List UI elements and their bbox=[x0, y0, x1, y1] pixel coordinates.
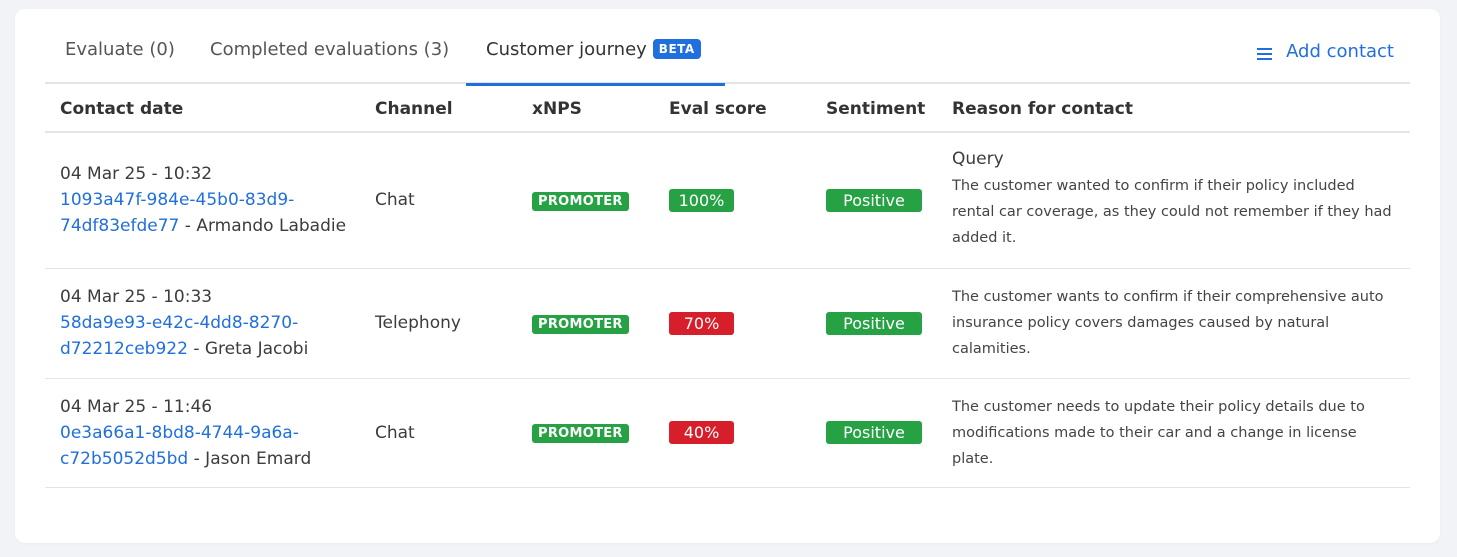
tab-evaluate[interactable]: Evaluate (0) bbox=[65, 29, 175, 84]
eval-score-badge: 40% bbox=[669, 421, 734, 444]
eval-score-badge: 100% bbox=[669, 188, 734, 212]
tab-customer-journey-label: Customer journey bbox=[486, 39, 647, 60]
eval-score-cell: 40% bbox=[654, 378, 811, 488]
beta-badge: BETA bbox=[652, 39, 701, 59]
reason-title: Query bbox=[952, 149, 1004, 170]
eval-score-cell: 100% bbox=[654, 132, 811, 269]
contact-id-link[interactable]: 0e3a66a1-8bd8-4744-9a6a- bbox=[60, 423, 299, 443]
tab-bar: Evaluate (0) Completed evaluations (3) C… bbox=[45, 29, 1410, 86]
channel: Telephony bbox=[360, 268, 517, 379]
xnps-cell: PROMOTER bbox=[517, 132, 654, 269]
contact-date: 04 Mar 25 - 10:33 bbox=[60, 287, 213, 307]
add-contact-label: Add contact bbox=[1286, 41, 1394, 62]
channel: Chat bbox=[360, 378, 517, 488]
contact-date: 04 Mar 25 - 10:32 bbox=[60, 164, 213, 185]
col-reason[interactable]: Reason for contact bbox=[937, 86, 1410, 133]
contact-id-link[interactable]: 1093a47f-984e-45b0-83d9- bbox=[60, 190, 294, 210]
eval-score-badge: 70% bbox=[669, 311, 734, 335]
tab-customer-journey[interactable]: Customer journey BETA bbox=[466, 29, 725, 86]
agent-name: - Jason Emard bbox=[188, 448, 312, 469]
table-row[interactable]: 04 Mar 25 - 10:32 1093a47f-984e-45b0-83d… bbox=[45, 132, 1410, 269]
col-xnps[interactable]: xNPS bbox=[517, 86, 654, 133]
journey-table: Contact date Channel xNPS Eval score Sen… bbox=[45, 86, 1410, 488]
eval-score-cell: 70% bbox=[654, 268, 811, 379]
xnps-badge: PROMOTER bbox=[532, 424, 629, 443]
contact-date-cell: 04 Mar 25 - 11:46 0e3a66a1-8bd8-4744-9a6… bbox=[45, 378, 360, 488]
sentiment-cell: Positive bbox=[811, 132, 937, 269]
sentiment-cell: Positive bbox=[811, 378, 937, 488]
contact-id-link-cont[interactable]: d72212ceb922 bbox=[60, 339, 188, 359]
reason-text: The customer wanted to confirm if their … bbox=[952, 178, 1392, 247]
contact-date-cell: 04 Mar 25 - 10:32 1093a47f-984e-45b0-83d… bbox=[45, 132, 360, 269]
col-eval-score[interactable]: Eval score bbox=[654, 86, 811, 133]
contact-date: 04 Mar 25 - 11:46 bbox=[60, 396, 213, 417]
sentiment-badge: Positive bbox=[826, 311, 922, 335]
reason-cell: The customer wants to confirm if their c… bbox=[937, 268, 1410, 379]
reason-cell: Query The customer wanted to confirm if … bbox=[937, 132, 1410, 269]
reason-cell: The customer needs to update their polic… bbox=[937, 378, 1410, 488]
list-icon bbox=[1257, 45, 1273, 60]
col-channel[interactable]: Channel bbox=[360, 86, 517, 133]
xnps-badge: PROMOTER bbox=[532, 191, 629, 211]
reason-text: The customer wants to confirm if their c… bbox=[952, 289, 1384, 357]
xnps-cell: PROMOTER bbox=[517, 268, 654, 379]
col-contact-date[interactable]: Contact date bbox=[45, 86, 360, 133]
table-row[interactable]: 04 Mar 25 - 10:33 58da9e93-e42c-4dd8-827… bbox=[45, 268, 1410, 379]
contact-id-link[interactable]: 58da9e93-e42c-4dd8-8270- bbox=[60, 313, 298, 333]
sentiment-badge: Positive bbox=[826, 421, 922, 444]
reason-text: The customer needs to update their polic… bbox=[952, 398, 1365, 467]
sentiment-cell: Positive bbox=[811, 268, 937, 379]
agent-name: - Greta Jacobi bbox=[187, 339, 309, 359]
xnps-cell: PROMOTER bbox=[517, 378, 654, 488]
table-header-row: Contact date Channel xNPS Eval score Sen… bbox=[45, 86, 1410, 133]
agent-name: - Armando Labadie bbox=[179, 216, 347, 237]
sentiment-badge: Positive bbox=[826, 188, 922, 212]
tab-completed-evaluations[interactable]: Completed evaluations (3) bbox=[210, 29, 449, 84]
add-contact-button[interactable]: Add contact bbox=[1257, 41, 1394, 62]
table-row[interactable]: 04 Mar 25 - 11:46 0e3a66a1-8bd8-4744-9a6… bbox=[45, 378, 1410, 488]
col-sentiment[interactable]: Sentiment bbox=[811, 86, 937, 133]
contact-id-link-cont[interactable]: 74df83efde77 bbox=[60, 216, 179, 236]
customer-journey-card: Evaluate (0) Completed evaluations (3) C… bbox=[15, 9, 1440, 543]
channel: Chat bbox=[360, 132, 517, 269]
xnps-badge: PROMOTER bbox=[532, 314, 629, 334]
contact-date-cell: 04 Mar 25 - 10:33 58da9e93-e42c-4dd8-827… bbox=[45, 268, 360, 379]
contact-id-link-cont[interactable]: c72b5052d5bd bbox=[60, 449, 188, 469]
